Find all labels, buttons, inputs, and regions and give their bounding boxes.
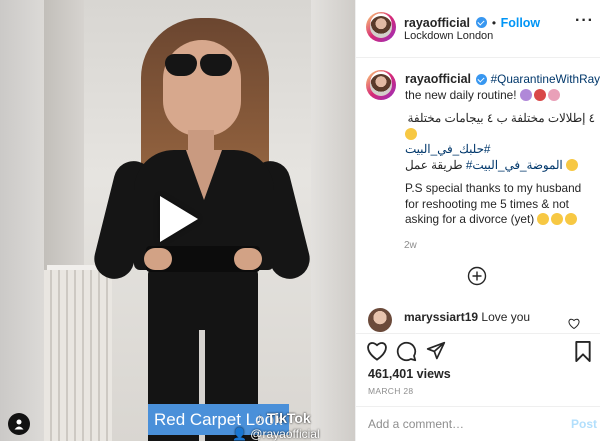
- post-age[interactable]: 2w: [404, 240, 417, 251]
- play-icon[interactable]: [153, 194, 203, 244]
- post-date[interactable]: MARCH 28: [368, 386, 413, 396]
- user-tag-icon[interactable]: [8, 413, 30, 435]
- hashtag-arabic-1[interactable]: #حلبك_في_البيت: [405, 142, 595, 158]
- share-icon[interactable]: [426, 341, 446, 366]
- person-neckline: [186, 150, 222, 200]
- emoji-icon: [565, 158, 578, 171]
- separator-dot: •: [491, 16, 497, 30]
- comment-icon[interactable]: [396, 341, 417, 367]
- bookmark-icon[interactable]: [574, 341, 592, 367]
- caption-line1: the new daily routine!: [405, 87, 517, 102]
- person-hand-left: [144, 248, 172, 270]
- post-location[interactable]: Lockdown London: [404, 30, 493, 42]
- background-curtain: [44, 270, 112, 441]
- comment-text: Love you: [481, 310, 531, 324]
- emoji-icon: [565, 213, 578, 225]
- instagram-post-modal: Red Carpet Look ♪ TikTok 👤 @rayaofficial…: [0, 0, 600, 441]
- more-options-icon[interactable]: ···: [575, 12, 594, 30]
- emoji-icon: [551, 213, 564, 225]
- comment-item: maryssiart19 Love you: [404, 310, 530, 324]
- verified-badge-icon: [476, 17, 488, 29]
- tiktok-user-icon: 👤: [232, 427, 247, 441]
- comment-input[interactable]: [368, 414, 558, 434]
- tiktok-note-icon: ♪: [256, 410, 263, 426]
- caption-author-avatar[interactable]: [366, 70, 396, 100]
- emoji-icon: [533, 88, 546, 101]
- tiktok-handle: 👤 @rayaofficial: [232, 427, 320, 441]
- tiktok-handle-text: @rayaofficial: [250, 427, 320, 441]
- emoji-icon: [547, 88, 560, 101]
- commenter-avatar[interactable]: [368, 308, 392, 332]
- video-blur-right: [311, 0, 355, 441]
- post-comment-button[interactable]: Post: [571, 417, 597, 431]
- comment-like-icon[interactable]: [568, 316, 580, 334]
- video-player[interactable]: Red Carpet Look ♪ TikTok 👤 @rayaofficial: [0, 0, 355, 441]
- person-hand-right: [234, 248, 262, 270]
- sunglasses-left: [165, 54, 197, 76]
- author-username[interactable]: rayaofficial: [404, 16, 470, 30]
- heart-icon[interactable]: [366, 341, 388, 366]
- video-blur-left: [0, 0, 44, 441]
- caption-username[interactable]: rayaofficial: [405, 72, 471, 86]
- author-avatar[interactable]: [366, 12, 396, 42]
- view-count[interactable]: 461,401 views: [368, 367, 451, 381]
- commenter-username[interactable]: maryssiart19: [404, 310, 478, 324]
- sunglasses-right: [200, 54, 232, 76]
- hashtag-arabic-2[interactable]: #الموضة_في_البيت: [466, 158, 563, 172]
- tiktok-label: TikTok: [266, 410, 311, 426]
- caption-body: rayaofficial #QuarantineWithRaya the new…: [405, 72, 600, 228]
- plus-circle-icon[interactable]: [467, 266, 487, 286]
- caption-arabic-line2: طريقة عمل: [405, 157, 463, 172]
- caption-arabic-line: ٤ إطلالات مختلفة ب ٤ بيجامات مختلفة: [407, 111, 595, 125]
- verified-badge-icon: [476, 74, 488, 86]
- tiktok-logo: ♪ TikTok: [256, 410, 311, 426]
- emoji-icon: [405, 127, 417, 140]
- hashtag-main[interactable]: #QuarantineWithRaya: [491, 72, 600, 86]
- emoji-icon: [537, 213, 550, 225]
- emoji-icon: [519, 88, 532, 101]
- follow-button[interactable]: Follow: [501, 16, 541, 30]
